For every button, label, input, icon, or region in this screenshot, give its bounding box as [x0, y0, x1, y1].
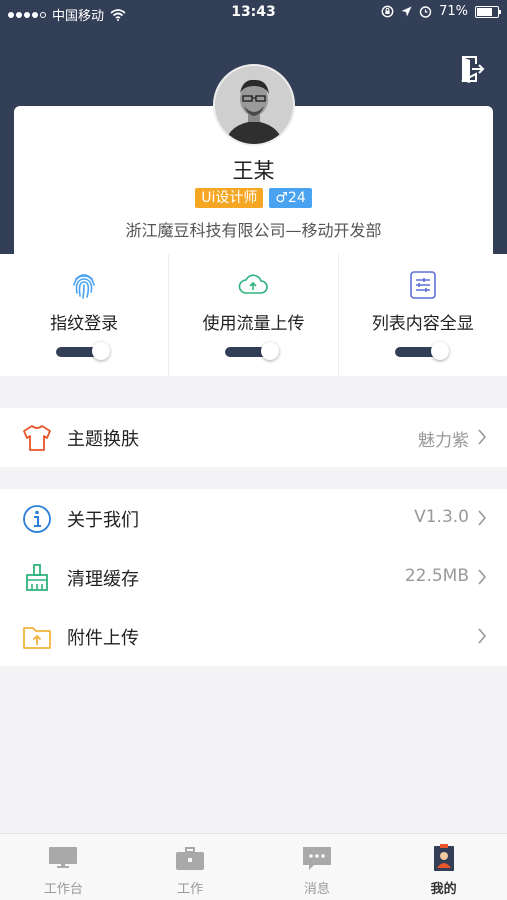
desktop-icon: [49, 847, 78, 868]
tab-work[interactable]: 工作: [127, 834, 254, 900]
location-icon: [401, 6, 412, 17]
company-department: 浙江魔豆科技有限公司—移动开发部: [125, 221, 382, 240]
cellular-upload-switch[interactable]: [225, 342, 281, 360]
theme-group: 主题换肤 魅力紫: [0, 408, 507, 467]
logout-icon[interactable]: [459, 55, 485, 83]
tab-mine[interactable]: 我的: [380, 834, 507, 900]
folder-upload-icon: [23, 627, 51, 649]
about-us-label: 关于我们: [67, 510, 139, 531]
cache-size: 22.5MB: [404, 566, 469, 586]
toggle-list-full-display: 列表内容全显: [339, 254, 507, 376]
clear-cache-row[interactable]: 清理缓存 22.5MB: [0, 548, 507, 607]
profile-icon: [433, 844, 454, 871]
attachment-upload-label: 附件上传: [67, 628, 139, 649]
status-bar: 中国移动 13:43 71%: [0, 0, 507, 28]
toggle-label: 列表内容全显: [371, 314, 474, 334]
job-title-badge: Ui设计师: [195, 188, 264, 208]
fingerprint-icon: [73, 274, 95, 299]
brush-icon: [26, 564, 48, 591]
tab-workbench[interactable]: 工作台: [0, 834, 127, 900]
theme-skin-value: 魅力紫: [418, 431, 469, 451]
tab-messages[interactable]: 消息: [254, 834, 381, 900]
quick-toggles: 指纹登录 使用流量上传 列表内容全显: [0, 254, 507, 376]
briefcase-icon: [176, 847, 205, 870]
clear-cache-label: 清理缓存: [67, 569, 139, 590]
rotation-lock-icon: [381, 5, 394, 18]
theme-skin-row[interactable]: 主题换肤 魅力紫: [0, 408, 507, 467]
tab-label: 工作: [177, 882, 204, 897]
about-us-row[interactable]: 关于我们 V1.3.0: [0, 489, 507, 548]
battery-icon: [475, 5, 501, 18]
avatar-portrait-icon: [215, 66, 293, 144]
chevron-right-icon: [478, 429, 487, 445]
toggle-cellular-upload: 使用流量上传: [169, 254, 339, 376]
tab-bar: 工作台 工作 消息 我的: [0, 833, 507, 900]
tab-label: 我的: [430, 882, 457, 897]
message-icon: [302, 847, 331, 870]
alarm-icon: [419, 6, 432, 18]
list-settings-icon: [410, 271, 436, 299]
tab-label: 工作台: [43, 882, 83, 897]
attachment-upload-row[interactable]: 附件上传: [0, 607, 507, 666]
list-full-display-switch[interactable]: [394, 342, 451, 360]
profile-tags: Ui设计师 ♂24: [0, 188, 507, 208]
toggle-label: 指纹登录: [50, 314, 119, 334]
fingerprint-switch[interactable]: [56, 342, 112, 360]
avatar[interactable]: [213, 64, 295, 146]
cloud-upload-icon: [239, 274, 269, 294]
chevron-right-icon: [478, 510, 487, 526]
app-version: V1.3.0: [414, 507, 469, 527]
battery-percent: 71%: [439, 4, 468, 19]
tab-label: 消息: [303, 882, 330, 897]
toggle-label: 使用流量上传: [202, 314, 305, 334]
settings-group: 关于我们 V1.3.0 清理缓存 22.5MB 附件上传: [0, 489, 507, 666]
gender-age-badge: ♂24: [269, 188, 312, 208]
chevron-right-icon: [478, 569, 487, 585]
status-right: 71%: [381, 4, 501, 19]
theme-skin-label: 主题换肤: [67, 429, 139, 450]
user-name: 王某: [232, 159, 275, 183]
info-icon: [23, 505, 51, 533]
shirt-icon: [23, 425, 51, 451]
chevron-right-icon: [478, 628, 487, 644]
toggle-fingerprint-login: 指纹登录: [0, 254, 170, 376]
